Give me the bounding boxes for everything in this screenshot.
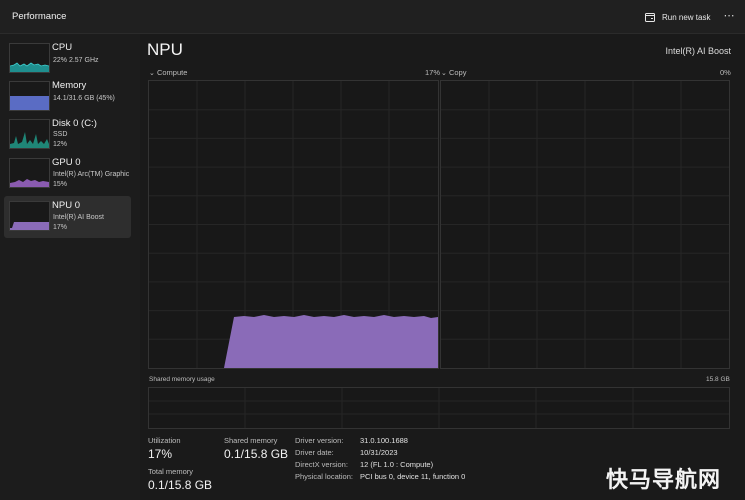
- utilization-value: 17%: [148, 447, 173, 461]
- watermark-text: 快马导航网: [605, 468, 721, 493]
- directx-version-value: 12 (FL 1.0 : Compute): [360, 460, 434, 469]
- sidebar-item-percent: 12%: [53, 141, 68, 148]
- chevron-down-icon: ⌄: [441, 70, 447, 77]
- compute-graph-svg: [149, 81, 438, 368]
- page-title: NPU: [147, 40, 183, 59]
- copy-graph: [440, 80, 730, 369]
- physical-location-label: Physical location:: [295, 472, 353, 481]
- sidebar-item-name: NPU 0: [52, 200, 80, 211]
- directx-version-label: DirectX version:: [295, 460, 348, 469]
- sidebar-item-cpu[interactable]: CPU 22% 2.57 GHz: [4, 38, 131, 80]
- physical-location-value: PCI bus 0, device 11, function 0: [360, 472, 466, 481]
- sidebar-item-percent: 17%: [53, 224, 68, 231]
- gpu-thumbnail-graph: [9, 158, 50, 188]
- title-bar: [0, 0, 745, 34]
- compute-label: Compute: [156, 68, 188, 77]
- compute-percent: 17%: [425, 68, 441, 77]
- sidebar-item-name: Disk 0 (C:): [52, 118, 97, 129]
- shared-memory-value: 0.1/15.8 GB: [224, 447, 289, 461]
- copy-label: Copy: [448, 68, 467, 77]
- shared-memory-graph: [148, 387, 730, 429]
- sidebar-item-name: Memory: [52, 80, 87, 91]
- compute-usage-area: [224, 315, 438, 368]
- shared-memory-max: 15.8 GB: [706, 376, 730, 383]
- copy-engine-selector[interactable]: ⌄ Copy: [441, 68, 466, 77]
- driver-version-label: Driver version:: [295, 436, 344, 445]
- total-memory-value: 0.1/15.8 GB: [148, 478, 213, 492]
- sidebar-item-name: GPU 0: [52, 157, 81, 168]
- sidebar-item-gpu[interactable]: GPU 0 Intel(R) Arc(TM) Graphic 15%: [4, 153, 131, 195]
- app-title: Performance: [12, 11, 67, 22]
- cpu-thumbnail-graph: [9, 43, 50, 73]
- memory-thumbnail-graph: [9, 81, 50, 111]
- sidebar-item-npu[interactable]: NPU 0 Intel(R) AI Boost 17%: [4, 196, 131, 238]
- sidebar-item-percent: 15%: [53, 181, 68, 188]
- driver-date-value: 10/31/2023: [360, 448, 398, 457]
- chevron-down-icon: ⌄: [149, 70, 155, 77]
- compute-engine-selector[interactable]: ⌄ Compute: [149, 68, 187, 77]
- total-memory-label: Total memory: [148, 467, 194, 476]
- sidebar-item-name: CPU: [52, 42, 73, 53]
- run-new-task-label: Run new task: [662, 12, 711, 22]
- npu-thumbnail-graph: [9, 201, 50, 231]
- copy-percent: 0%: [720, 68, 731, 77]
- device-name: Intel(R) AI Boost: [665, 46, 731, 56]
- more-options-button[interactable]: ⋯: [719, 7, 739, 25]
- disk-thumbnail-graph: [9, 119, 50, 149]
- driver-date-label: Driver date:: [295, 448, 334, 457]
- utilization-label: Utilization: [148, 436, 181, 445]
- run-new-task-button[interactable]: Run new task: [645, 9, 710, 25]
- sidebar-item-detail: Intel(R) AI Boost: [53, 214, 104, 221]
- sidebar-item-disk[interactable]: Disk 0 (C:) SSD 12%: [4, 114, 131, 156]
- copy-graph-svg: [441, 81, 729, 368]
- driver-version-value: 31.0.100.1688: [360, 436, 408, 445]
- sidebar-item-detail: SSD: [53, 131, 68, 138]
- sidebar-item-detail: 22% 2.57 GHz: [53, 57, 99, 64]
- sidebar: CPU 22% 2.57 GHz Memory 14.1/31.6 GB (45…: [0, 34, 140, 500]
- shared-memory-usage-label: Shared memory usage: [149, 376, 215, 383]
- shared-memory-label: Shared memory: [224, 436, 278, 445]
- compute-graph: [148, 80, 439, 369]
- run-task-icon: [645, 12, 655, 22]
- sidebar-item-memory[interactable]: Memory 14.1/31.6 GB (45%): [4, 76, 131, 118]
- sidebar-item-detail: 14.1/31.6 GB (45%): [53, 95, 115, 102]
- sidebar-item-detail: Intel(R) Arc(TM) Graphic: [53, 171, 130, 178]
